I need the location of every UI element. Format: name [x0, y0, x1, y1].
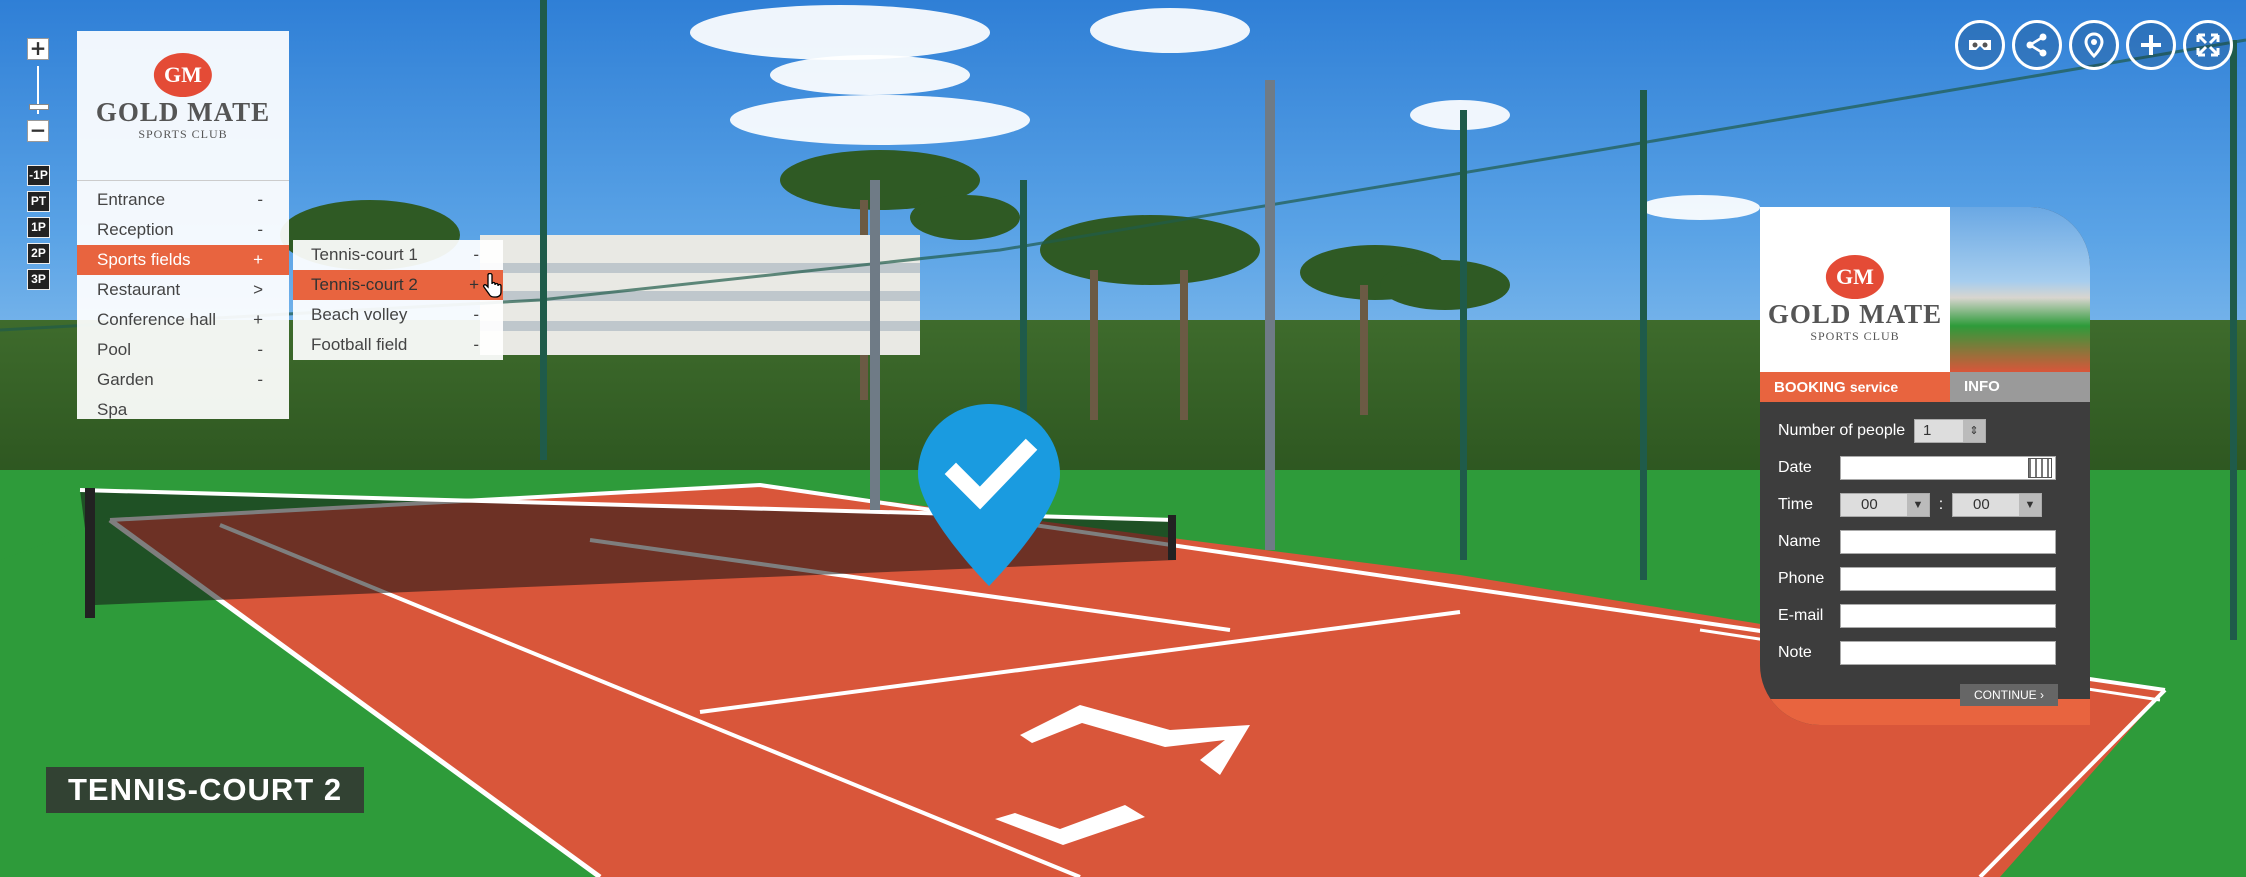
menu-item-pool[interactable]: Pool -: [77, 335, 289, 365]
floor-button[interactable]: -1P: [27, 165, 50, 186]
people-label: Number of people: [1778, 421, 1906, 439]
menu-item-conference-hall[interactable]: Conference hall +: [77, 305, 289, 335]
name-field[interactable]: [1840, 529, 2056, 554]
light-pole: [870, 180, 880, 510]
fence-post: [1460, 110, 1467, 560]
light-pole: [1265, 80, 1275, 550]
menu-item-reception[interactable]: Reception -: [77, 215, 289, 245]
calendar-icon[interactable]: [2028, 457, 2052, 478]
chevron-down-icon: ▼: [2019, 493, 2041, 516]
nav-arrow-forward[interactable]: [1020, 705, 1250, 780]
fence-post: [1640, 90, 1647, 580]
floor-button[interactable]: 1P: [27, 217, 50, 238]
booking-panel: GM GOLD MATE SPORTS CLUB BOOKING service…: [1760, 207, 2090, 725]
nav-arrow-back[interactable]: [995, 805, 1145, 845]
menu-item-garden[interactable]: Garden -: [77, 365, 289, 395]
fullscreen-icon[interactable]: [2183, 20, 2233, 70]
zoom-in-button[interactable]: +: [27, 38, 49, 60]
continue-button[interactable]: CONTINUE ›: [1960, 684, 2058, 706]
toolbar: [1955, 20, 2233, 70]
phone-label: Phone: [1778, 569, 1825, 587]
floor-button[interactable]: 3P: [27, 269, 50, 290]
time-hour-select[interactable]: 00 ▼: [1840, 492, 1930, 517]
tab-info[interactable]: INFO: [1950, 372, 2090, 402]
logo-emblem: GM: [1825, 255, 1884, 299]
tab-booking[interactable]: BOOKING service: [1760, 372, 1950, 402]
logo-name: GOLD MATE: [95, 97, 271, 127]
location-pin-icon[interactable]: [2069, 20, 2119, 70]
menu-item-sports-fields[interactable]: Sports fields +: [77, 245, 289, 275]
booking-logo: GM GOLD MATE SPORTS CLUB: [1760, 207, 1950, 372]
phone-field[interactable]: [1840, 566, 2056, 591]
submenu-item-tennis-court-2[interactable]: Tennis-court 2 +: [293, 270, 503, 300]
email-field[interactable]: [1840, 603, 2056, 628]
submenu-item-tennis-court-1[interactable]: Tennis-court 1-: [293, 240, 503, 270]
submenu-item-beach-volley[interactable]: Beach volley -: [293, 300, 503, 330]
date-field[interactable]: [1840, 455, 2056, 480]
fence-post: [540, 0, 547, 460]
brand-logo: GM GOLD MATE SPORTS CLUB: [77, 31, 289, 181]
chevron-down-icon: ▼: [1907, 493, 1929, 516]
floor-button[interactable]: 2P: [27, 243, 50, 264]
booking-photo: [1950, 207, 2090, 372]
submenu-item-football-field[interactable]: Football field -: [293, 330, 503, 360]
email-label: E-mail: [1778, 606, 1824, 624]
zoom-out-button[interactable]: −: [27, 120, 49, 142]
add-icon[interactable]: [2126, 20, 2176, 70]
booking-form: Number of people 1 ⇕ Date Time 00 ▼ : 00 ▼ …: [1760, 402, 2090, 671]
logo-subtitle: SPORTS CLUB: [138, 127, 228, 141]
zoom-slider-handle[interactable]: [29, 104, 49, 110]
floor-selector: -1P PT 1P 2P 3P: [27, 165, 50, 295]
date-label: Date: [1778, 458, 1812, 476]
fence-post: [2230, 40, 2237, 640]
time-minute-select[interactable]: 00 ▼: [1952, 492, 2042, 517]
zoom-control: + −: [27, 38, 49, 142]
floor-button[interactable]: PT: [27, 191, 50, 212]
share-icon[interactable]: [2012, 20, 2062, 70]
menu-list: Entrance - Reception - Sports fields + Rest…: [77, 181, 289, 425]
menu-item-entrance[interactable]: Entrance -: [77, 185, 289, 215]
logo-emblem: GM: [153, 53, 212, 97]
time-separator: :: [1938, 495, 1944, 513]
people-stepper[interactable]: 1 ⇕: [1914, 418, 1986, 443]
time-label: Time: [1778, 495, 1813, 513]
logo-subtitle: SPORTS CLUB: [1810, 329, 1900, 343]
logo-name: GOLD MATE: [1767, 299, 1943, 329]
note-field[interactable]: [1840, 640, 2056, 665]
zoom-slider[interactable]: [29, 66, 49, 114]
stepper-arrows-icon[interactable]: ⇕: [1963, 419, 1985, 442]
chevron-right-icon: ›: [2040, 688, 2044, 702]
note-label: Note: [1778, 643, 1812, 661]
vr-headset-icon[interactable]: [1955, 20, 2005, 70]
sports-fields-submenu: Tennis-court 1- Tennis-court 2 + Beach vo…: [293, 240, 503, 360]
location-menu: GM GOLD MATE SPORTS CLUB Entrance - Recep…: [77, 31, 289, 419]
name-label: Name: [1778, 532, 1821, 550]
checkmark-pin-icon[interactable]: [918, 404, 1060, 586]
scene-title: TENNIS-COURT 2: [46, 767, 365, 813]
menu-item-spa[interactable]: Spa: [77, 395, 289, 425]
hand-cursor-icon: [482, 273, 502, 298]
menu-item-restaurant[interactable]: Restaurant >: [77, 275, 289, 305]
